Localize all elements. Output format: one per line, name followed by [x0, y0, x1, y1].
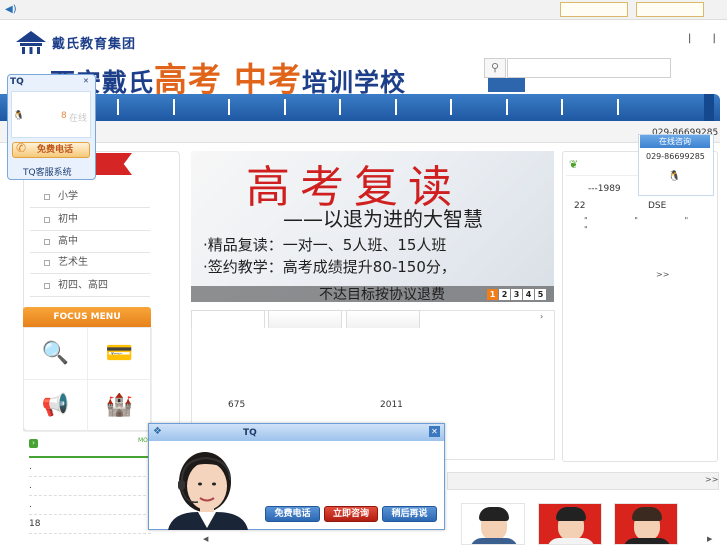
- top-password-field[interactable]: [636, 2, 704, 17]
- tq-online-label: 在线: [69, 114, 88, 124]
- free-call-button[interactable]: 免费电话: [265, 506, 320, 522]
- tq-title: TQ: [10, 77, 24, 87]
- intro-text: " " " ": [584, 216, 711, 234]
- tq-popup-header: [149, 424, 444, 441]
- bullet-icon: [44, 239, 50, 245]
- intro-more-link[interactable]: >>: [656, 270, 669, 279]
- nav-item[interactable]: [561, 99, 563, 115]
- nav-item[interactable]: [339, 99, 341, 115]
- mid-value: 2011: [380, 400, 403, 410]
- bullet-icon: [44, 194, 50, 200]
- nav-item[interactable]: [617, 99, 619, 115]
- qq-penguin-icon[interactable]: 🐧: [13, 111, 24, 121]
- bullet-icon: [44, 283, 50, 289]
- bullet-icon: [44, 217, 50, 223]
- teachers-more-link[interactable]: >>: [705, 475, 718, 484]
- agent-avatar: [168, 452, 248, 530]
- category-item-repeat[interactable]: 初四、高四: [30, 275, 150, 297]
- intro-text: ---1989: [588, 184, 621, 194]
- top-login-field[interactable]: [560, 2, 628, 17]
- nav-item[interactable]: [228, 99, 230, 115]
- megaphone-icon[interactable]: 📢: [24, 380, 88, 432]
- tab-3[interactable]: [346, 310, 420, 328]
- nav-item[interactable]: [395, 99, 397, 115]
- banner-page-5[interactable]: 5: [535, 289, 546, 300]
- search-button[interactable]: [488, 78, 525, 92]
- teachers-header: [447, 472, 719, 490]
- speaker-icon[interactable]: ◀): [5, 4, 17, 16]
- nav-item[interactable]: [284, 99, 286, 115]
- qq-penguin-icon[interactable]: 🐧: [668, 171, 680, 182]
- castle-icon[interactable]: 🏰: [88, 380, 152, 432]
- news-icon: ›: [29, 439, 38, 448]
- banner-page-4[interactable]: 4: [523, 289, 534, 300]
- category-item-junior[interactable]: 初中: [30, 209, 150, 231]
- sub-bar: [0, 121, 720, 143]
- consult-now-button[interactable]: 立即咨询: [324, 506, 378, 522]
- focus-menu-title: FOCUS MENU: [23, 307, 151, 327]
- teacher-photo[interactable]: [461, 503, 525, 545]
- intro-text: 22: [574, 201, 586, 211]
- search-icon[interactable]: ⚲: [484, 58, 506, 78]
- category-item-primary[interactable]: 小学: [30, 186, 150, 208]
- main-nav: [0, 94, 720, 121]
- list-item[interactable]: .: [29, 477, 151, 496]
- banner-page-2[interactable]: 2: [499, 289, 510, 300]
- banner-subtitle: ——以退为进的大智慧: [283, 207, 483, 231]
- list-item[interactable]: .: [29, 496, 151, 515]
- intro-panel: [562, 151, 718, 462]
- banner-line: 不达目标按协议退费: [319, 287, 445, 302]
- card-icon[interactable]: 💳: [88, 328, 152, 380]
- tab-2[interactable]: [268, 310, 342, 328]
- group-name: 戴氏教育集团: [52, 37, 137, 52]
- scroll-right-icon[interactable]: ▶: [707, 535, 712, 543]
- banner-page-1[interactable]: 1: [487, 289, 498, 300]
- mid-value: 675: [228, 400, 246, 410]
- later-button[interactable]: 稍后再说: [382, 506, 437, 522]
- tq-footer[interactable]: TQ客服系统: [23, 165, 72, 178]
- tq-popup-title: TQ: [243, 428, 257, 438]
- tq-phone: 029-86699285: [646, 152, 705, 161]
- list-item[interactable]: 18: [29, 515, 151, 534]
- tab-arrow-icon[interactable]: ›: [540, 312, 543, 321]
- close-icon[interactable]: ✕: [83, 77, 89, 85]
- banner-line: ·精品复读：一对一、5人班、15人班: [203, 236, 447, 254]
- tq-logo-icon: ❖: [153, 426, 162, 437]
- banner-page-3[interactable]: 3: [511, 289, 522, 300]
- nav-accent: [704, 94, 714, 121]
- nav-item[interactable]: [173, 99, 175, 115]
- search-input[interactable]: [507, 58, 671, 78]
- nav-item[interactable]: [506, 99, 508, 115]
- top-links[interactable]: | |: [688, 33, 725, 44]
- phone-icon: ✆: [16, 141, 27, 155]
- banner-pagination: 1 2 3 4 5: [487, 289, 546, 300]
- hero-banner[interactable]: 高考复读 ——以退为进的大智慧 ·精品复读：一对一、5人班、15人班 ·签约教学…: [191, 151, 554, 302]
- intro-text: DSE: [648, 201, 667, 211]
- teacher-photo[interactable]: [538, 503, 602, 545]
- category-item-art[interactable]: 艺术生: [30, 252, 150, 274]
- magnifier-globe-icon[interactable]: 🔍: [24, 328, 88, 380]
- list-item[interactable]: .: [29, 458, 151, 477]
- tq-status: 8: [61, 111, 67, 121]
- online-consult-button[interactable]: 在线咨询: [640, 135, 710, 148]
- focus-menu-grid: 🔍 💳 📢 🏰: [23, 327, 152, 432]
- school-logo-icon: [16, 31, 46, 54]
- nav-item[interactable]: [450, 99, 452, 115]
- close-icon[interactable]: ✕: [429, 426, 440, 437]
- nav-item[interactable]: [117, 99, 119, 115]
- teacher-photo[interactable]: [614, 503, 678, 545]
- bullet-icon: [44, 260, 50, 266]
- leaf-icon: ❦: [569, 158, 579, 171]
- tab-1[interactable]: [191, 310, 265, 328]
- scroll-left-icon[interactable]: ◀: [203, 535, 208, 543]
- category-item-senior[interactable]: 高中: [30, 231, 150, 253]
- banner-line: ·签约教学：高考成绩提升80-150分，: [203, 258, 456, 276]
